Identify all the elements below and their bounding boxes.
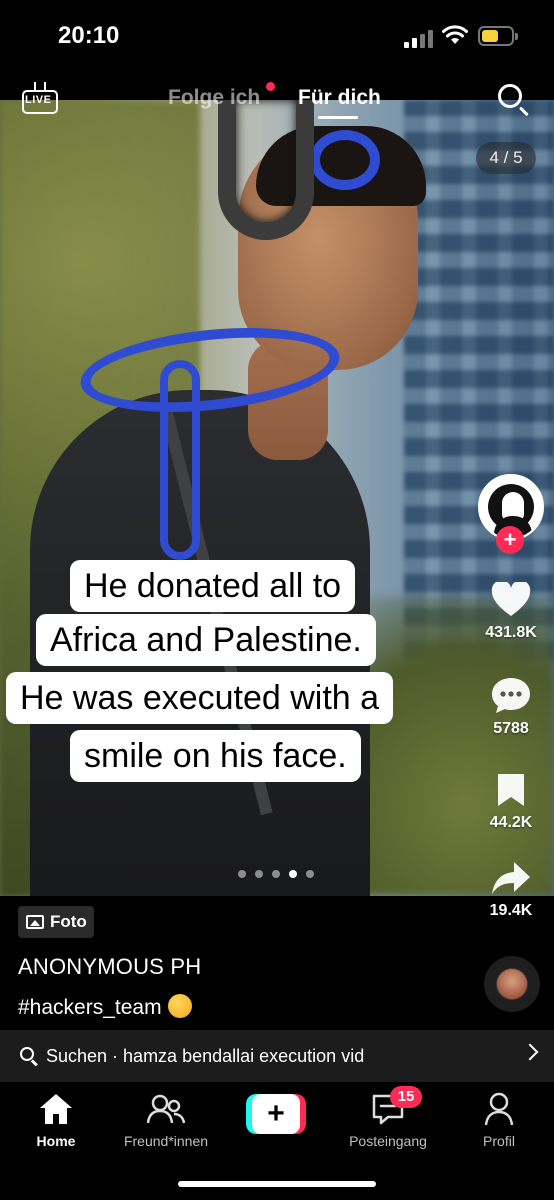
- carousel-dot: [255, 870, 263, 878]
- photo-rope-loop: [310, 130, 380, 190]
- comment-button[interactable]: 5788: [478, 676, 544, 738]
- create-button[interactable]: +: [246, 1094, 306, 1134]
- home-indicator: [178, 1181, 376, 1187]
- caption-line-3: He was executed with a: [6, 672, 394, 724]
- live-button[interactable]: LIVE: [22, 82, 58, 114]
- smirk-emoji-icon: [167, 994, 192, 1018]
- search-icon: [498, 84, 522, 108]
- search-icon: [20, 1047, 38, 1067]
- caption-line-1: He donated all to: [70, 560, 356, 612]
- tab-following[interactable]: Folge ich: [168, 86, 260, 110]
- like-count: 431.8K: [485, 624, 537, 641]
- following-notification-dot: [266, 82, 275, 91]
- carousel-dots: [238, 870, 314, 878]
- tab-friends[interactable]: Freund*innen: [118, 1092, 214, 1149]
- post-description: #hackers_team: [18, 994, 192, 1020]
- tab-profile-label: Profil: [483, 1133, 515, 1149]
- active-tab-indicator: [318, 116, 358, 119]
- author-name[interactable]: ANONYMOUS PH: [18, 954, 201, 980]
- follow-button[interactable]: +: [496, 526, 524, 554]
- sound-disc[interactable]: [484, 956, 540, 1012]
- carousel-dot: [272, 870, 280, 878]
- search-suggestion-text: Suchen · hamza bendallai execution vid: [46, 1045, 365, 1066]
- share-count: 19.4K: [489, 902, 533, 919]
- search-suggestion-bar[interactable]: Suchen · hamza bendallai execution vid: [0, 1030, 554, 1082]
- carousel-dot: [289, 870, 297, 878]
- image-icon: [26, 915, 44, 929]
- profile-icon: [484, 1092, 514, 1126]
- chevron-right-icon: [521, 1043, 539, 1061]
- carousel-dot: [306, 870, 314, 878]
- tab-profile[interactable]: Profil: [474, 1092, 524, 1149]
- hashtag-link[interactable]: #hackers_team: [18, 996, 162, 1019]
- live-label: LIVE: [25, 94, 52, 106]
- carousel-dot: [238, 870, 246, 878]
- share-button[interactable]: 19.4K: [478, 860, 544, 920]
- battery-icon: [478, 26, 518, 46]
- photo-type-label: Foto: [50, 912, 87, 931]
- heart-icon: [491, 582, 531, 616]
- wifi-icon: [442, 25, 468, 44]
- photo-background-building: [404, 100, 554, 660]
- photo-type-chip: Foto: [18, 906, 94, 938]
- like-button[interactable]: 431.8K: [478, 582, 544, 642]
- search-button[interactable]: [496, 82, 532, 118]
- tab-inbox-label: Posteingang: [349, 1133, 427, 1149]
- caption-line-4: smile on his face.: [70, 730, 361, 782]
- bookmark-icon: [498, 774, 524, 806]
- status-bar: 20:10: [0, 0, 554, 70]
- tab-friends-label: Freund*innen: [123, 1133, 209, 1149]
- inbox-badge: 15: [390, 1086, 422, 1108]
- photo-rope-strand: [160, 360, 200, 560]
- status-time: 20:10: [58, 22, 120, 49]
- save-button[interactable]: 44.2K: [478, 772, 544, 832]
- tab-home-label: Home: [36, 1133, 76, 1149]
- share-arrow-icon: [492, 862, 530, 894]
- tab-home[interactable]: Home: [28, 1092, 84, 1149]
- photo-counter: 4 / 5: [476, 142, 536, 174]
- friends-icon: [146, 1094, 186, 1124]
- cellular-signal-icon: [404, 30, 433, 48]
- caption-line-2: Africa and Palestine.: [36, 614, 376, 666]
- save-count: 44.2K: [489, 814, 533, 831]
- top-navigation: LIVE Folge ich Für dich: [0, 70, 554, 130]
- home-icon: [40, 1094, 72, 1124]
- plus-icon: +: [252, 1094, 300, 1134]
- tab-inbox[interactable]: Posteingang: [340, 1092, 436, 1149]
- sound-avatar: [497, 969, 527, 999]
- comment-bubble-icon: [492, 678, 530, 713]
- comment-count: 5788: [493, 720, 529, 737]
- tab-for-you[interactable]: Für dich: [298, 86, 381, 110]
